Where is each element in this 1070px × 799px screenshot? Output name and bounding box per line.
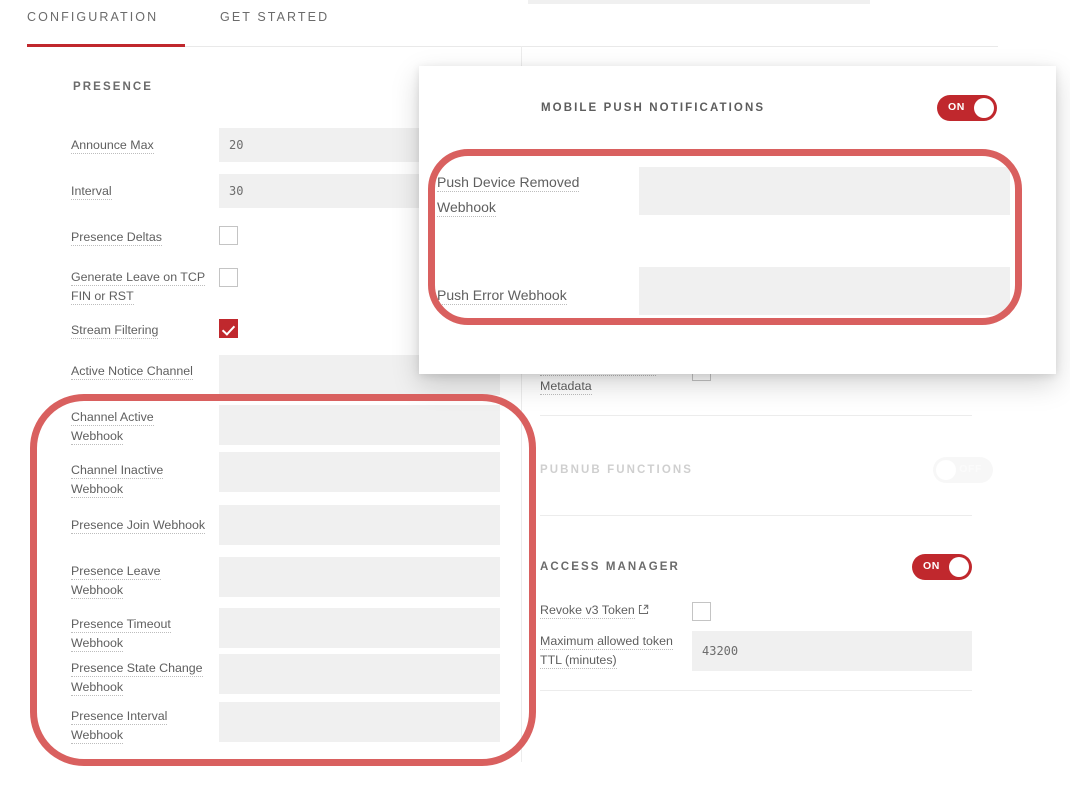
- field-input-channel-inactive-webhook[interactable]: [219, 452, 500, 492]
- toggle-knob: [949, 557, 969, 577]
- field-label-interval: Interval: [71, 182, 223, 201]
- toggle-knob: [974, 98, 994, 118]
- checkbox-revoke-v3-token[interactable]: [692, 602, 711, 621]
- pubnub-functions-toggle[interactable]: OFF: [933, 457, 993, 483]
- rule-after-objects: [540, 415, 972, 416]
- mobile-push-toggle[interactable]: ON: [937, 95, 997, 121]
- field-input-presence-timeout-webhook[interactable]: [219, 608, 500, 648]
- field-label-stream-filtering: Stream Filtering: [71, 321, 223, 340]
- field-label-presence-leave-webhook: Presence Leave Webhook: [71, 562, 223, 600]
- keyset-config-page: CONFIGURATION GET STARTED PRESENCE Annou…: [0, 0, 1070, 799]
- pubnub-functions-section-title: PUBNUB FUNCTIONS: [540, 464, 693, 476]
- field-label-generate-leave: Generate Leave on TCP FIN or RST: [71, 268, 223, 306]
- field-input-push-device-removed-webhook[interactable]: [639, 167, 1010, 215]
- presence-section-title: PRESENCE: [73, 81, 153, 93]
- field-label-push-error-webhook: Push Error Webhook: [437, 283, 637, 308]
- external-link-icon: [638, 602, 649, 621]
- field-label-presence-deltas: Presence Deltas: [71, 228, 223, 247]
- field-label-push-device-removed-webhook: Push Device Removed Webhook: [437, 170, 637, 220]
- toggle-state-label: ON: [948, 101, 965, 113]
- access-manager-section-title: ACCESS MANAGER: [540, 561, 680, 573]
- mobile-push-notifications-modal: MOBILE PUSH NOTIFICATIONS ON Push Device…: [419, 66, 1056, 374]
- field-input-presence-leave-webhook[interactable]: [219, 557, 500, 597]
- tab-configuration[interactable]: CONFIGURATION: [27, 10, 158, 24]
- field-label-revoke-v3-token: Revoke v3 Token: [540, 601, 710, 621]
- toggle-knob: [936, 460, 956, 480]
- tab-bar-rule: [185, 46, 998, 47]
- access-manager-toggle[interactable]: ON: [912, 554, 972, 580]
- tab-get-started[interactable]: GET STARTED: [220, 10, 329, 24]
- checkbox-presence-deltas[interactable]: [219, 226, 238, 245]
- field-label-announce-max: Announce Max: [71, 136, 223, 155]
- rule-after-access-manager: [540, 690, 972, 691]
- field-label-presence-interval-webhook: Presence Interval Webhook: [71, 707, 223, 745]
- field-input-presence-interval-webhook[interactable]: [219, 702, 500, 742]
- rule-after-functions: [540, 515, 972, 516]
- toggle-state-label: ON: [923, 560, 940, 572]
- field-input-presence-state-change-webhook[interactable]: [219, 654, 500, 694]
- checkbox-generate-leave[interactable]: [219, 268, 238, 287]
- checkbox-stream-filtering[interactable]: [219, 319, 238, 338]
- field-input-max-token-ttl[interactable]: 43200: [692, 631, 972, 671]
- field-input-push-error-webhook[interactable]: [639, 267, 1010, 315]
- active-tab-underline: [27, 44, 185, 47]
- field-label-max-token-ttl: Maximum allowed token TTL (minutes): [540, 632, 712, 670]
- field-input-presence-join-webhook[interactable]: [219, 505, 500, 545]
- field-label-presence-timeout-webhook: Presence Timeout Webhook: [71, 615, 223, 653]
- field-label-channel-inactive-webhook: Channel Inactive Webhook: [71, 461, 223, 499]
- field-label-presence-state-change-webhook: Presence State Change Webhook: [71, 659, 243, 697]
- mobile-push-section-title: MOBILE PUSH NOTIFICATIONS: [541, 102, 765, 114]
- field-label-active-notice-channel: Active Notice Channel: [71, 362, 231, 381]
- toggle-state-label: OFF: [959, 463, 982, 475]
- field-input-channel-active-webhook[interactable]: [219, 405, 500, 445]
- field-label-channel-active-webhook: Channel Active Webhook: [71, 408, 223, 446]
- tab-bar: CONFIGURATION GET STARTED: [0, 0, 1070, 48]
